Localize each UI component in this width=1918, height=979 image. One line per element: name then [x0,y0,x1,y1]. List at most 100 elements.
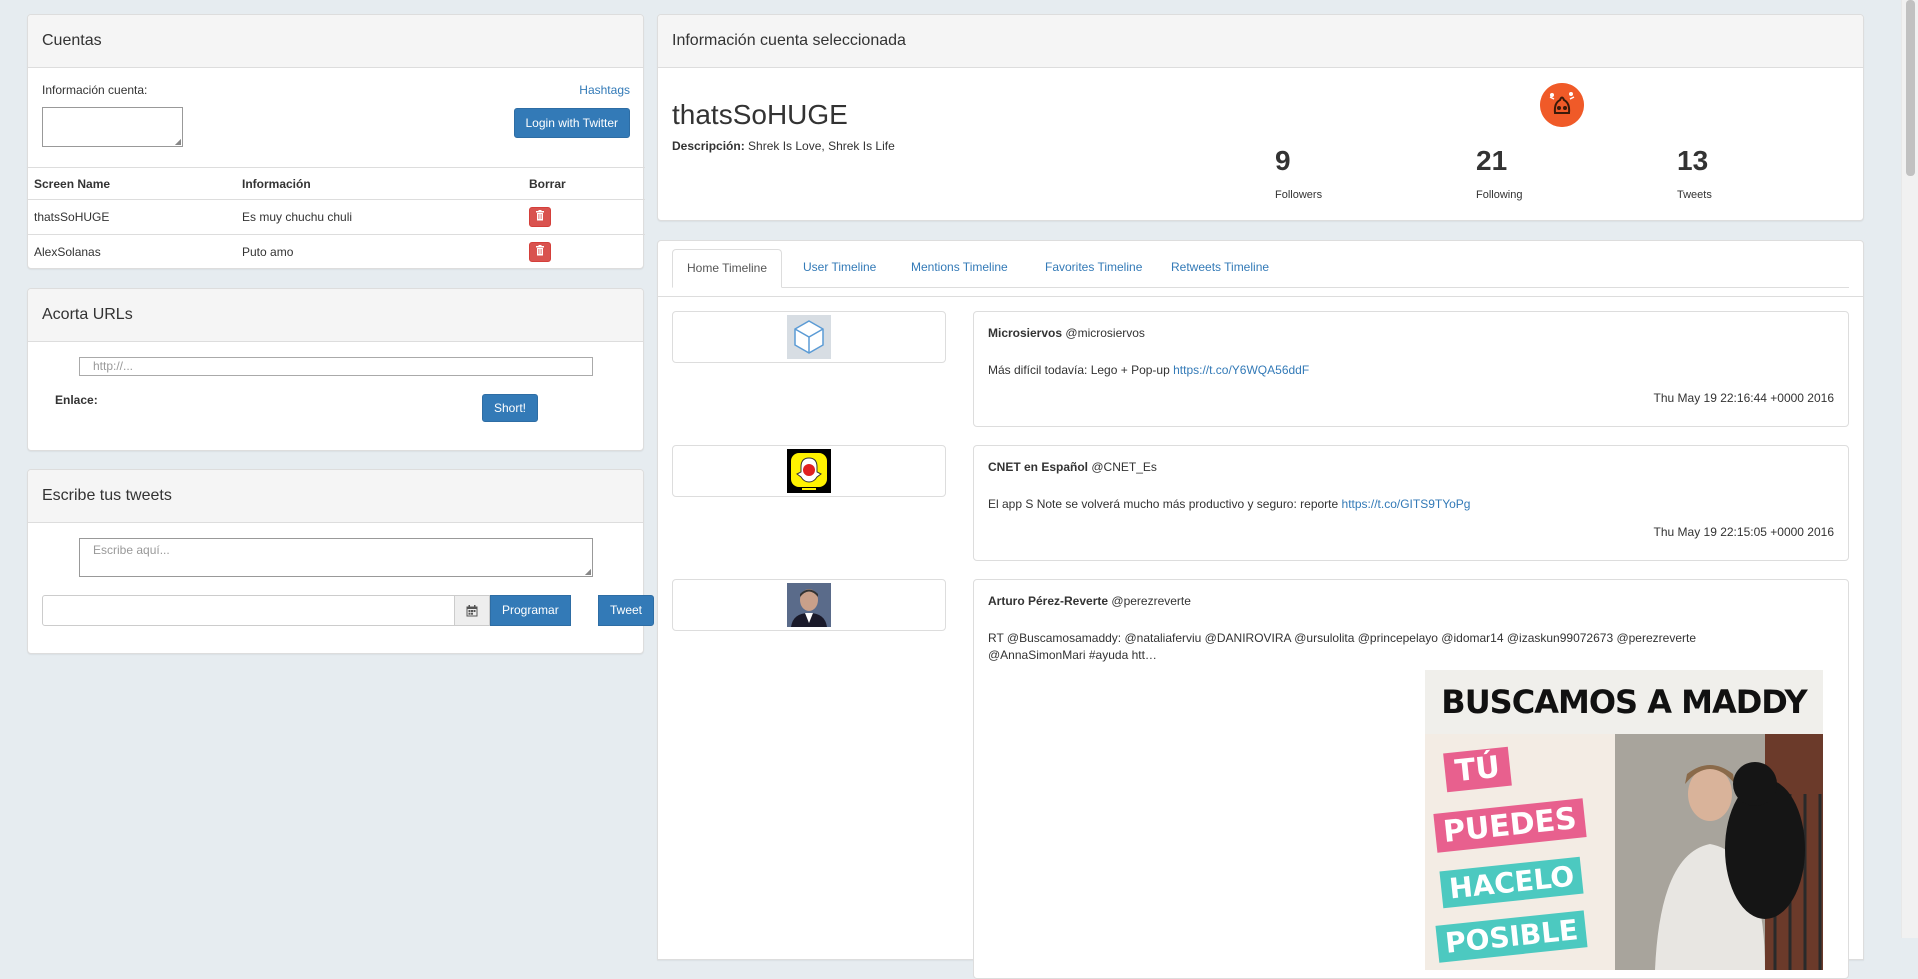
tweet-author: Microsiervos @microsiervos [988,326,1834,340]
page-scrollbar[interactable] [1901,0,1918,938]
timeline-tabs: Home Timeline User Timeline Mentions Tim… [672,249,1849,288]
info-cell: Es muy chuchu chuli [236,199,523,235]
info-cuenta-label: Información cuenta: [42,83,148,97]
escribe-title: Escribe tus tweets [28,470,643,523]
shrek-logo-icon [1540,83,1584,127]
profile-avatar [1540,83,1584,127]
schedule-date-input[interactable] [42,595,455,626]
tweet-textarea[interactable]: Escribe aquí... ◢ [79,538,593,577]
enlace-label: Enlace: [55,393,98,407]
table-row[interactable]: AlexSolanas Puto amo [28,234,645,270]
cuentas-title: Cuentas [28,15,643,68]
calendar-icon [466,605,478,617]
tweet-text: Más difícil todavía: Lego + Pop-up https… [988,362,1834,379]
media-left-panel: TÚ PUEDES HACELO POSIBLE [1425,734,1615,970]
stat-followers: 9 Followers [1275,145,1323,202]
tweet-text-content: El app S Note se volverá mucho más produ… [988,497,1342,511]
tab-mentions-timeline[interactable]: Mentions Timeline [897,249,1022,287]
tab-user-timeline[interactable]: User Timeline [789,249,890,287]
stat-following: 21 Following [1476,145,1523,202]
selected-account-panel: Información cuenta seleccionada thatsSoH… [657,14,1864,221]
followers-label: Followers [1275,189,1323,201]
trash-icon [536,210,544,221]
tweet-author-name: Microsiervos [988,326,1063,340]
table-row[interactable]: thatsSoHUGE Es muy chuchu chuli [28,199,645,235]
following-label: Following [1476,189,1523,201]
tweet-author-handle: @perezreverte [1111,594,1191,608]
description-label: Descripción: [672,139,745,153]
tweet-button[interactable]: Tweet [598,595,655,626]
tweet-card: Microsiervos @microsiervos Más difícil t… [973,311,1849,427]
selected-screen-name: thatsSoHUGE [672,99,848,130]
avatar [787,583,831,627]
tweet-link[interactable]: https://t.co/Y6WQA56ddF [1173,363,1309,377]
media-word-posible: POSIBLE [1435,910,1588,963]
tweet-link[interactable]: https://t.co/GITS9TYoPg [1342,497,1471,511]
tab-home-timeline[interactable]: Home Timeline [672,249,783,288]
tweet-text-line: @AnnaSimonMari #ayuda htt… [988,648,1157,662]
tweet-placeholder: Escribe aquí... [93,543,170,557]
tweet-date: Thu May 19 22:16:44 +0000 2016 [1653,391,1834,405]
tab-retweets-timeline[interactable]: Retweets Timeline [1157,249,1283,287]
following-count: 21 [1476,145,1508,176]
login-twitter-button[interactable]: Login with Twitter [513,108,630,138]
col-screen-name: Screen Name [28,167,236,200]
media-photo [1615,734,1823,970]
tweet-card: Arturo Pérez-Reverte @perezreverte RT @B… [973,579,1849,979]
tweet-author-name: CNET en Español [988,460,1089,474]
followers-count: 9 [1275,145,1291,176]
selected-account-title: Información cuenta seleccionada [658,15,1863,68]
tab-favorites-timeline[interactable]: Favorites Timeline [1031,249,1156,287]
scrollbar-thumb[interactable] [1906,0,1915,176]
accounts-table: Screen Name Información Borrar thatsSoHU… [28,167,645,270]
acorta-panel: Acorta URLs http://... Enlace: Short! [27,288,644,451]
media-word-tu: TÚ [1443,746,1512,793]
tweet-text: El app S Note se volverá mucho más produ… [988,496,1834,513]
tweets-label: Tweets [1677,189,1712,201]
media-banner-title: BUSCAMOS A MADDY [1425,670,1823,734]
tweet-author-handle: @microsiervos [1065,326,1145,340]
description: Descripción: Shrek Is Love, Shrek Is Lif… [672,139,895,153]
stat-tweets: 13 Tweets [1677,145,1712,202]
delete-button[interactable] [529,242,551,263]
avatar [787,315,831,359]
delete-button[interactable] [529,207,551,227]
tweet-author: CNET en Español @CNET_Es [988,460,1834,474]
tweet-author-handle: @CNET_Es [1091,460,1157,474]
screen-name-cell: AlexSolanas [28,234,236,270]
tweets-count: 13 [1677,145,1709,176]
avatar [787,449,831,493]
media-word-puedes: PUEDES [1433,798,1587,853]
info-cuenta-textarea[interactable]: ◢ [42,107,183,147]
timeline-panel: Home Timeline User Timeline Mentions Tim… [657,240,1864,979]
col-borrar: Borrar [523,167,645,200]
short-button[interactable]: Short! [482,394,539,422]
programar-button[interactable]: Programar [490,595,571,626]
calendar-addon[interactable] [454,595,490,626]
tweet-text: RT @Buscamosamaddy: @nataliaferviu @DANI… [988,630,1834,664]
microsiervos-cube-icon [787,315,831,359]
url-input[interactable]: http://... [79,357,593,376]
trash-icon [536,245,544,256]
resize-handle-icon: ◢ [174,137,181,146]
tweet-media-image[interactable]: BUSCAMOS A MADDY TÚ PUEDES HACELO POSIBL… [1425,670,1823,970]
cuentas-panel: Cuentas Información cuenta: Hashtags ◢ L… [27,14,645,270]
hashtags-link[interactable]: Hashtags [579,83,630,97]
escribe-panel: Escribe tus tweets Escribe aquí... ◢ Pro… [27,469,655,654]
tweet-avatar-box [672,311,946,363]
tabs-separator [658,296,1863,297]
resize-handle-icon: ◢ [584,567,591,576]
url-placeholder: http://... [93,359,134,373]
tweet-text-content: Más difícil todavía: Lego + Pop-up [988,363,1174,377]
portrait-icon [787,583,831,627]
tweet-card: CNET en Español @CNET_Es El app S Note s… [973,445,1849,561]
tweet-date: Thu May 19 22:15:05 +0000 2016 [1653,525,1834,539]
col-informacion: Información [236,167,523,200]
screen-name-cell: thatsSoHUGE [28,199,236,235]
woman-with-dog-icon [1615,734,1823,970]
media-word-hacelo: HACELO [1439,856,1584,909]
description-value: Shrek Is Love, Shrek Is Life [748,139,895,153]
cnet-snapchat-icon [787,449,831,493]
tweet-text-line: RT @Buscamosamaddy: @nataliaferviu @DANI… [988,631,1696,645]
tweet-author-name: Arturo Pérez-Reverte [988,594,1109,608]
